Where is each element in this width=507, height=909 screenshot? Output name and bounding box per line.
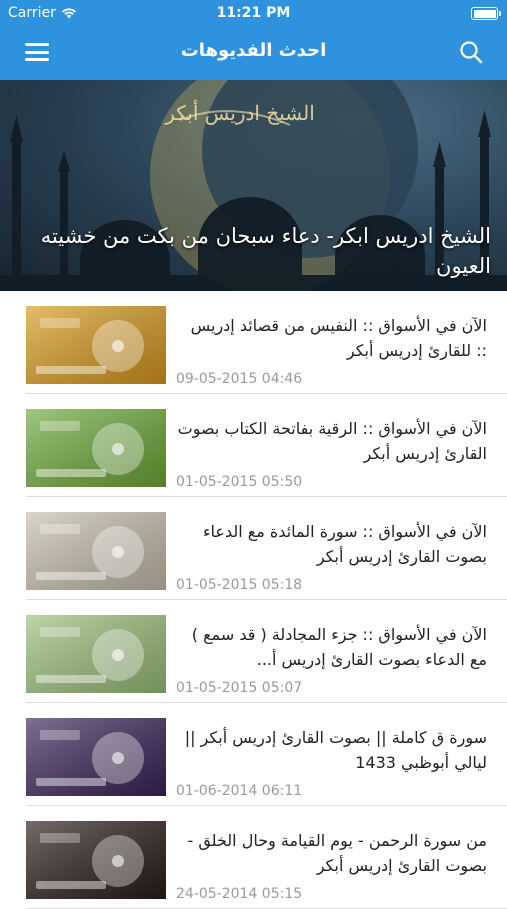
video-thumbnail (26, 718, 166, 796)
navigation-bar: احدث الفديوهات (0, 30, 507, 76)
video-list-item[interactable]: سورة ق كاملة || بصوت القارئ إدريس أبكر |… (0, 703, 507, 806)
video-thumbnail (26, 615, 166, 693)
video-thumbnail (26, 306, 166, 384)
video-thumbnail (26, 512, 166, 590)
video-thumbnail (26, 409, 166, 487)
video-list-item[interactable]: الآن في الأسواق :: الرقية بفاتحة الكتاب … (0, 394, 507, 497)
app-header: Carrier 11:21 PM احدث الفديوهات (0, 0, 507, 80)
video-date: 01-06-2014 06:11 (176, 783, 303, 799)
page-title: احدث الفديوهات (180, 40, 327, 61)
search-icon[interactable] (457, 38, 485, 66)
hero-image-text: الشيخ ادريس أبكر (164, 99, 315, 125)
battery-icon (471, 7, 501, 20)
video-list-item[interactable]: الآن في الأسواق :: جزء المجادلة ( قد سمع… (0, 600, 507, 703)
video-title: من سورة الرحمن - يوم القيامة وحال الخلق … (187, 831, 487, 875)
featured-video-title: الشيخ ادريس ابكر- دعاء سبحان من بكت من خ… (40, 224, 491, 278)
status-bar: Carrier 11:21 PM (0, 0, 507, 28)
video-title: الآن في الأسواق :: جزء المجادلة ( قد سمع… (191, 625, 487, 669)
video-title: الآن في الأسواق :: الرقية بفاتحة الكتاب … (177, 419, 487, 463)
video-thumbnail (26, 821, 166, 899)
video-list-item[interactable]: من سورة الرحمن - يوم القيامة وحال الخلق … (0, 806, 507, 909)
video-title: سورة ق كاملة || بصوت القارئ إدريس أبكر |… (184, 728, 487, 772)
battery-level-fill (473, 9, 496, 18)
video-date: 01-05-2015 05:18 (176, 577, 303, 593)
video-title: الآن في الأسواق :: النفيس من قصائد إدريس… (190, 316, 487, 360)
video-date: 01-05-2015 05:07 (176, 680, 303, 696)
video-date: 01-05-2015 05:50 (176, 474, 303, 490)
video-list: الآن في الأسواق :: النفيس من قصائد إدريس… (0, 291, 507, 909)
video-date: 09-05-2015 04:46 (176, 371, 303, 387)
status-time: 11:21 PM (216, 5, 291, 21)
video-list-item[interactable]: الآن في الأسواق :: النفيس من قصائد إدريس… (0, 291, 507, 394)
video-title: الآن في الأسواق :: سورة المائدة مع الدعا… (203, 522, 487, 566)
video-list-item[interactable]: الآن في الأسواق :: سورة المائدة مع الدعا… (0, 497, 507, 600)
featured-video-banner[interactable]: الشيخ ادريس أبكر الشيخ ادريس ابكر- دعاء … (0, 80, 507, 291)
